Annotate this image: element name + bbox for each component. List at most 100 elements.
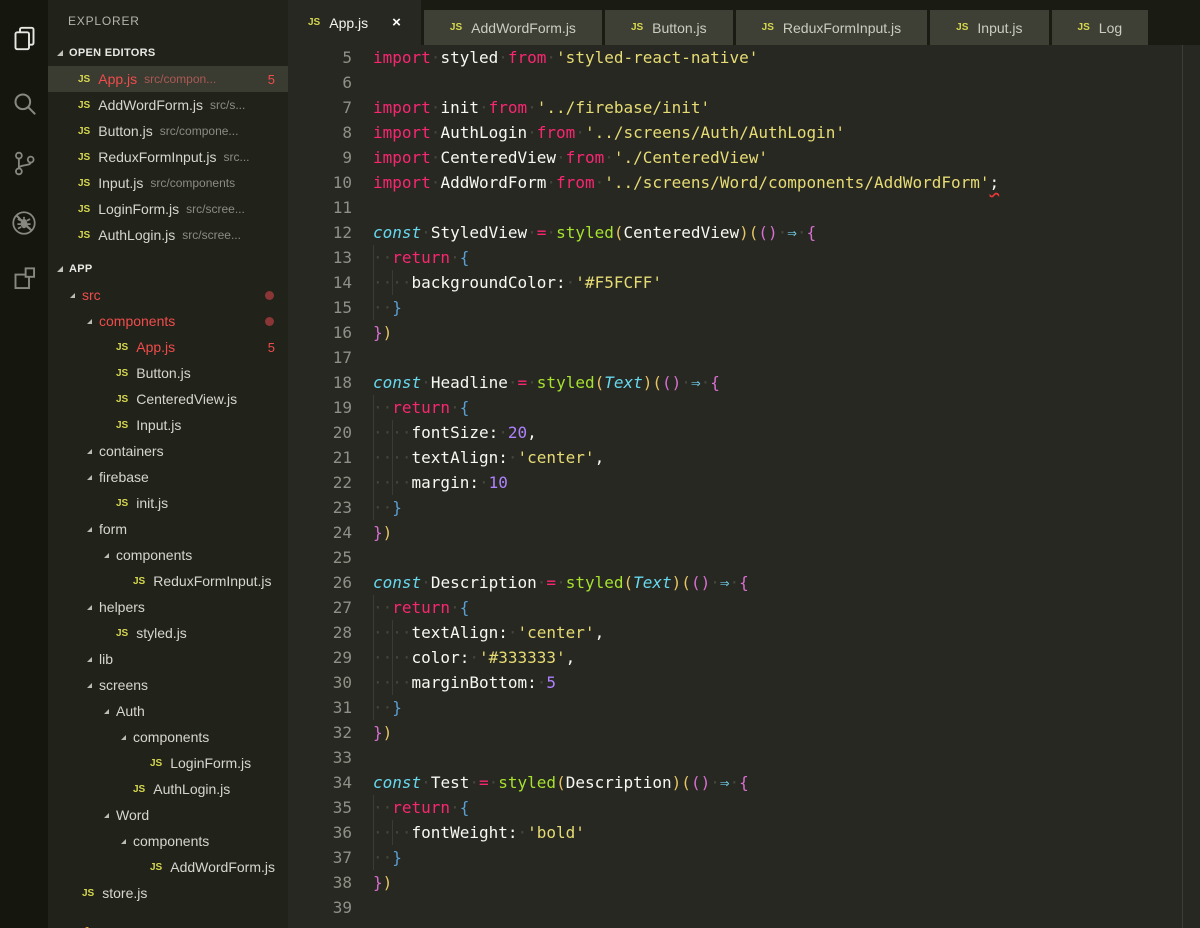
- code-line[interactable]: 14 ····backgroundColor:·'#F5FCFF': [288, 270, 1200, 295]
- app-section-header[interactable]: APP: [48, 256, 288, 282]
- code-line[interactable]: 30 ····marginBottom:·5: [288, 670, 1200, 695]
- code-line[interactable]: 37 ··}: [288, 845, 1200, 870]
- code-line[interactable]: 11: [288, 195, 1200, 220]
- files-icon[interactable]: [0, 12, 48, 64]
- code-line[interactable]: 31 ··}: [288, 695, 1200, 720]
- close-icon[interactable]: ×: [392, 14, 401, 31]
- code-line[interactable]: 34 const·Test·=·styled(Description)(()·⇒·…: [288, 770, 1200, 795]
- code-line[interactable]: 25: [288, 545, 1200, 570]
- tree-file-App.js[interactable]: JS App.js 5: [48, 334, 288, 360]
- code-line[interactable]: 38}): [288, 870, 1200, 895]
- code-line[interactable]: 16}): [288, 320, 1200, 345]
- tab-ReduxFormInput.js[interactable]: JS ReduxFormInput.js: [735, 10, 928, 45]
- open-editor-item[interactable]: JS AddWordForm.js src/s...: [48, 92, 288, 118]
- js-file-icon: JS: [116, 367, 129, 379]
- tree-folder-components[interactable]: components: [48, 542, 288, 568]
- line-number: 22: [332, 473, 352, 492]
- search-icon[interactable]: [0, 77, 48, 129]
- twisty-expanded-icon: [87, 318, 92, 324]
- code-line[interactable]: 10 import·AddWordForm·from·'../screens/Wo…: [288, 170, 1200, 195]
- tree-item-label: firebase: [99, 469, 149, 485]
- code-line[interactable]: 26 const·Description·=·styled(Text)(()·⇒·…: [288, 570, 1200, 595]
- tree-file-styled.js[interactable]: JS styled.js: [48, 620, 288, 646]
- tree-file-CenteredView.js[interactable]: JS CenteredView.js: [48, 386, 288, 412]
- error-dot-badge: [265, 316, 274, 326]
- code-line[interactable]: 29 ····color:·'#333333',: [288, 645, 1200, 670]
- tree-file-Button.js[interactable]: JS Button.js: [48, 360, 288, 386]
- open-editors-header[interactable]: OPEN EDITORS: [48, 40, 288, 66]
- code-line[interactable]: 13 ··return·{: [288, 245, 1200, 270]
- tree-folder-components[interactable]: components: [48, 308, 288, 334]
- code-line[interactable]: 7 import·init·from·'../firebase/init': [288, 95, 1200, 120]
- code-line[interactable]: 20 ····fontSize:·20,: [288, 420, 1200, 445]
- open-editor-item[interactable]: JS ReduxFormInput.js src...: [48, 144, 288, 170]
- open-editor-item[interactable]: JS LoginForm.js src/scree...: [48, 196, 288, 222]
- source-control-icon[interactable]: [0, 137, 48, 189]
- activity-bar: [0, 0, 48, 928]
- js-file-icon: JS: [78, 73, 91, 85]
- code-line[interactable]: 32}): [288, 720, 1200, 745]
- tree-item-label: CenteredView.js: [136, 391, 238, 407]
- code-line[interactable]: 12 const·StyledView·=·styled(CenteredView…: [288, 220, 1200, 245]
- code-line[interactable]: 23 ··}: [288, 495, 1200, 520]
- open-editor-item[interactable]: JS AuthLogin.js src/scree...: [48, 222, 288, 248]
- tree-file-store.js[interactable]: JS store.js: [48, 880, 288, 906]
- code-line[interactable]: 15 ··}: [288, 295, 1200, 320]
- tree-folder-components[interactable]: components: [48, 724, 288, 750]
- tab-Log[interactable]: JS Log: [1051, 10, 1149, 45]
- twisty-expanded-icon: [70, 292, 75, 298]
- tree-file-partial[interactable]: ƒ: [48, 906, 288, 928]
- tab-Input.js[interactable]: JS Input.js: [930, 10, 1049, 45]
- tree-folder-components[interactable]: components: [48, 828, 288, 854]
- code-line[interactable]: 17: [288, 345, 1200, 370]
- no-debug-icon[interactable]: [0, 197, 48, 249]
- code-line[interactable]: 28 ····textAlign:·'center',: [288, 620, 1200, 645]
- open-editor-item[interactable]: JS Input.js src/components: [48, 170, 288, 196]
- code-line[interactable]: 19 ··return·{: [288, 395, 1200, 420]
- code-line[interactable]: 5 import·styled·from·'styled-react-native…: [288, 45, 1200, 70]
- tree-folder-Auth[interactable]: Auth: [48, 698, 288, 724]
- code-line[interactable]: 33: [288, 745, 1200, 770]
- tree-folder-lib[interactable]: lib: [48, 646, 288, 672]
- code-line[interactable]: 6: [288, 70, 1200, 95]
- tree-folder-helpers[interactable]: helpers: [48, 594, 288, 620]
- tree-folder-Word[interactable]: Word: [48, 802, 288, 828]
- code-line[interactable]: 27 ··return·{: [288, 595, 1200, 620]
- tree-folder-form[interactable]: form: [48, 516, 288, 542]
- tree-folder-firebase[interactable]: firebase: [48, 464, 288, 490]
- column-ruler: [1182, 45, 1183, 928]
- line-number: 12: [332, 223, 352, 242]
- code-line[interactable]: 18 const·Headline·=·styled(Text)(()·⇒·{: [288, 370, 1200, 395]
- line-number: 18: [332, 373, 352, 392]
- tree-file-Input.js[interactable]: JS Input.js: [48, 412, 288, 438]
- tree-file-AddWordForm.js[interactable]: JS AddWordForm.js: [48, 854, 288, 880]
- tree-file-ReduxFormInput.js[interactable]: JS ReduxFormInput.js: [48, 568, 288, 594]
- code-line[interactable]: 22 ····margin:·10: [288, 470, 1200, 495]
- tree-folder-screens[interactable]: screens: [48, 672, 288, 698]
- tree-folder-src[interactable]: src: [48, 282, 288, 308]
- file-name: AuthLogin.js: [98, 227, 176, 243]
- tab-AddWordForm.js[interactable]: JS AddWordForm.js: [423, 10, 602, 45]
- code-line[interactable]: 35 ··return·{: [288, 795, 1200, 820]
- tree-item-label: init.js: [136, 495, 169, 511]
- code-editor[interactable]: 5 import·styled·from·'styled-react-native…: [288, 45, 1200, 928]
- code-line[interactable]: 24}): [288, 520, 1200, 545]
- tab-App.js[interactable]: JS App.js ×: [288, 0, 421, 45]
- code-line[interactable]: 21 ····textAlign:·'center',: [288, 445, 1200, 470]
- tree-folder-containers[interactable]: containers: [48, 438, 288, 464]
- code-lines: 5 import·styled·from·'styled-react-native…: [288, 45, 1200, 920]
- code-line[interactable]: 36 ····fontWeight:·'bold': [288, 820, 1200, 845]
- file-name: Input.js: [98, 175, 144, 191]
- open-editor-item[interactable]: JS App.js src/compon... 5: [48, 66, 288, 92]
- code-line[interactable]: 8 import·AuthLogin·from·'../screens/Auth/…: [288, 120, 1200, 145]
- js-file-icon: JS: [78, 229, 91, 241]
- tab-Button.js[interactable]: JS Button.js: [604, 10, 733, 45]
- code-line[interactable]: 9 import·CenteredView·from·'./CenteredVie…: [288, 145, 1200, 170]
- extensions-icon[interactable]: [0, 252, 48, 304]
- tree-file-init.js[interactable]: JS init.js: [48, 490, 288, 516]
- open-editor-item[interactable]: JS Button.js src/compone...: [48, 118, 288, 144]
- tree-file-LoginForm.js[interactable]: JS LoginForm.js: [48, 750, 288, 776]
- tree-file-AuthLogin.js[interactable]: JS AuthLogin.js: [48, 776, 288, 802]
- twisty-expanded-icon: [87, 526, 92, 532]
- code-line[interactable]: 39: [288, 895, 1200, 920]
